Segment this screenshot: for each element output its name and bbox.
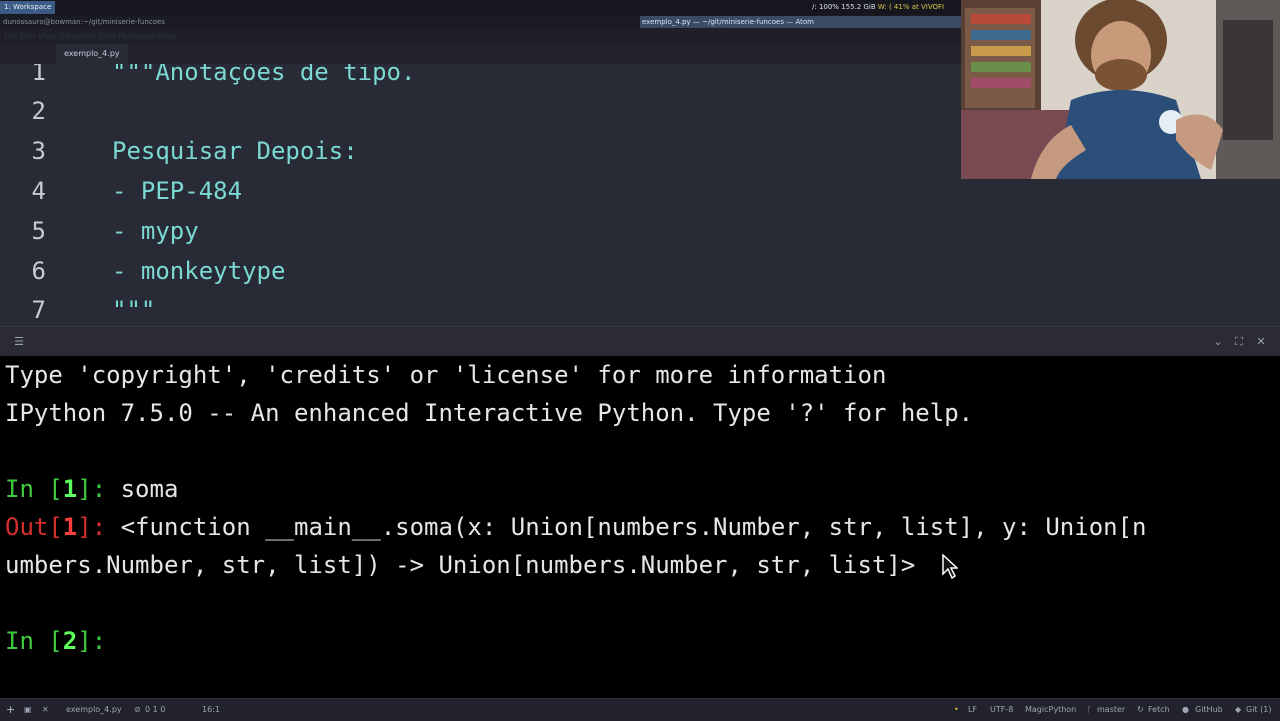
- git-button[interactable]: Git (1): [1246, 699, 1271, 720]
- chevron-down-icon[interactable]: ⌄: [1211, 335, 1225, 349]
- line-number: 7: [31, 296, 46, 324]
- line-number: 3: [31, 137, 46, 165]
- code-line: 7 """: [0, 290, 1280, 326]
- in-prompt-prefix: In [: [5, 475, 63, 503]
- disk-usage-percent: /: 100%: [812, 3, 839, 11]
- maximize-icon[interactable]: ⛶: [1232, 335, 1246, 349]
- output-line-1-wrap: umbers.Number, str, list]) -> Union[numb…: [5, 551, 916, 579]
- image-icon[interactable]: ▣: [24, 699, 32, 720]
- input-command: soma: [120, 475, 179, 503]
- webcam-video-frame: [961, 0, 1280, 179]
- mouse-pointer-icon: [942, 554, 958, 580]
- close-icon[interactable]: ✕: [42, 699, 49, 720]
- in-prompt-suffix: ]:: [77, 475, 121, 503]
- diagnostics-counts[interactable]: 0 1 0: [145, 699, 165, 720]
- line-ending[interactable]: LF: [968, 699, 977, 720]
- code-text: - mypy: [112, 217, 199, 245]
- git-branch[interactable]: master: [1097, 699, 1125, 720]
- line-number: 1: [31, 64, 46, 86]
- terminal-banner-line: Type 'copyright', 'credits' or 'license'…: [5, 361, 887, 389]
- system-status: /: 100% 155.2 GiB W: ( 41% at VIVOFI: [812, 1, 944, 14]
- github-icon: ●: [1182, 705, 1189, 714]
- code-text: - monkeytype: [112, 257, 286, 285]
- fetch-icon: ↻: [1137, 705, 1144, 714]
- git-icon: ◆: [1235, 705, 1242, 714]
- wifi-status: W: ( 41% at VIVOFI: [877, 3, 945, 11]
- line-number: 2: [31, 97, 46, 125]
- terminal-banner-line: IPython 7.5.0 -- An enhanced Interactive…: [5, 399, 974, 427]
- in-prompt-number: 1: [62, 475, 78, 503]
- ipython-terminal[interactable]: Type 'copyright', 'credits' or 'license'…: [0, 356, 1280, 698]
- out-prompt-suffix: ]:: [77, 513, 121, 541]
- workspace-indicator[interactable]: 1: Workspace: [0, 1, 56, 14]
- github-button[interactable]: GitHub: [1195, 699, 1223, 720]
- modified-dot-icon: •: [954, 705, 959, 714]
- file-encoding[interactable]: UTF-8: [990, 699, 1013, 720]
- diagnostics-icon[interactable]: ⊘: [134, 699, 141, 720]
- output-text: <function __main__.soma(x: Union[numbers…: [120, 513, 1147, 541]
- status-file-name[interactable]: exemplo_4.py: [66, 699, 122, 720]
- webcam-overlay: [961, 0, 1280, 179]
- out-prompt-number: 1: [62, 513, 78, 541]
- in-prompt-prefix: In [: [5, 627, 63, 655]
- grammar-selector[interactable]: MagicPython: [1025, 699, 1076, 720]
- input-line-2[interactable]: In [2]:: [5, 622, 121, 660]
- editor-menu-bar[interactable]: File Edit View Selection Find Packages H…: [4, 32, 176, 41]
- line-number: 4: [31, 177, 46, 205]
- out-prompt-prefix: Out[: [5, 513, 63, 541]
- code-line: 5 - mypy: [0, 211, 1280, 251]
- tab-exemplo-4[interactable]: exemplo_4.py: [56, 44, 128, 64]
- add-icon[interactable]: +: [6, 699, 15, 720]
- line-number: 5: [31, 217, 46, 245]
- code-text: """Anotações de tipo.: [112, 64, 416, 86]
- code-text: - PEP-484: [112, 177, 243, 205]
- output-line-1: Out[1]: <function __main__.soma(x: Union…: [5, 508, 1147, 546]
- code-line: 6 - monkeytype: [0, 251, 1280, 291]
- atom-window-title[interactable]: exemplo_4.py — ~/git/miniserie-funcoes —…: [640, 16, 962, 28]
- editor-tab-bar: exemplo_4.py: [0, 44, 962, 65]
- fetch-button[interactable]: Fetch: [1148, 699, 1170, 720]
- in-prompt-suffix: ]:: [77, 627, 121, 655]
- code-text: """: [112, 296, 156, 324]
- status-bar: + ▣ ✕ exemplo_4.py ⊘ 0 1 0 16:1 • LF UTF…: [0, 698, 1280, 721]
- code-text: Pesquisar Depois:: [112, 137, 358, 165]
- terminal-panel-header: ☰ ⌄ ⛶ ✕: [0, 326, 1280, 357]
- disk-free: 155.2 GiB: [841, 3, 876, 11]
- terminal-window-title[interactable]: dunossauro@bowman:~/git/miniserie-funcoe…: [3, 17, 165, 27]
- panel-menu-icon[interactable]: ☰: [12, 335, 26, 349]
- line-number: 6: [31, 257, 46, 285]
- close-icon[interactable]: ✕: [1254, 335, 1268, 349]
- input-line-1: In [1]: soma: [5, 470, 178, 508]
- cursor-position[interactable]: 16:1: [202, 699, 220, 720]
- branch-icon: ᚴ: [1087, 705, 1092, 714]
- in-prompt-number: 2: [62, 627, 78, 655]
